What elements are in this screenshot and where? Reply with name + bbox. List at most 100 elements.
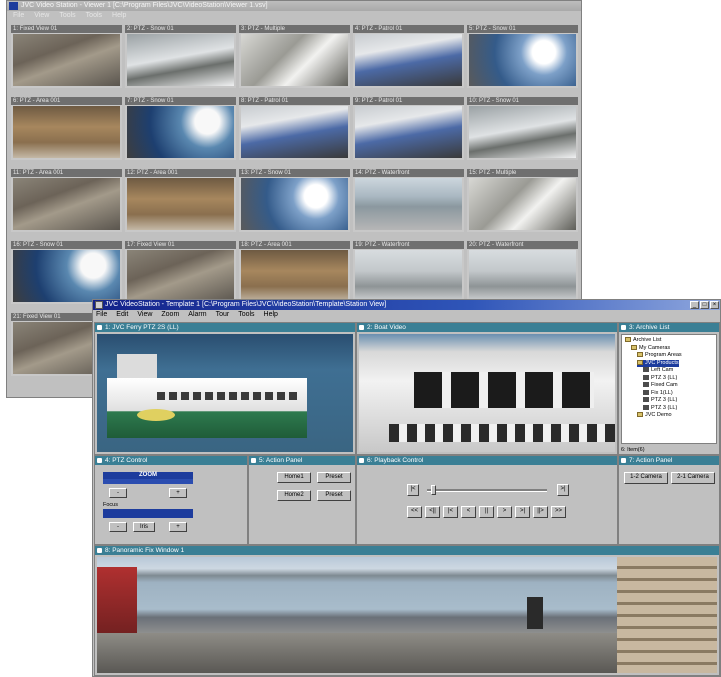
camera-tile[interactable]: 8: PTZ - Patrol 01 bbox=[239, 97, 350, 160]
camera-label: 20: PTZ - Waterfront bbox=[467, 241, 578, 249]
camera-layout-button[interactable]: 1-2 Camera bbox=[624, 472, 668, 484]
tree-item[interactable]: Archive List bbox=[625, 337, 661, 344]
menu-item[interactable]: View bbox=[137, 311, 152, 318]
menu-item[interactable]: File bbox=[13, 12, 24, 19]
ferry-video-panel[interactable]: 1: JVC Ferry PTZ 2S (LL) bbox=[94, 322, 356, 455]
menu-item[interactable]: Tools bbox=[59, 12, 75, 19]
camera-tile[interactable]: 10: PTZ - Snow 01 bbox=[467, 97, 578, 160]
tree-item[interactable]: PTZ 3 (LL) bbox=[643, 397, 677, 404]
action-button[interactable]: Preset bbox=[317, 472, 351, 483]
playback-button[interactable]: << bbox=[407, 506, 422, 518]
camera-tile[interactable]: 15: PTZ - Multiple bbox=[467, 169, 578, 232]
camera-tile[interactable]: 13: PTZ - Snow 01 bbox=[239, 169, 350, 232]
zoom-slider[interactable] bbox=[103, 479, 193, 484]
camera-feed bbox=[127, 106, 234, 158]
camera-tile[interactable]: 20: PTZ - Waterfront bbox=[467, 241, 578, 304]
tree-item-label: Archive List bbox=[633, 337, 662, 343]
camera-tile[interactable]: 11: PTZ - Area 001 bbox=[11, 169, 122, 232]
focus-near-button[interactable]: - bbox=[109, 522, 127, 532]
playback-thumb[interactable] bbox=[431, 485, 436, 495]
camera-feed bbox=[241, 106, 348, 158]
action-button[interactable]: Home1 bbox=[277, 472, 311, 483]
seek-start-button[interactable]: |< bbox=[407, 484, 419, 496]
playback-button[interactable]: < bbox=[461, 506, 476, 518]
camera-tile[interactable]: 4: PTZ - Patrol 01 bbox=[353, 25, 464, 88]
minimize-button[interactable]: _ bbox=[690, 301, 699, 309]
camera-tile[interactable]: 2: PTZ - Snow 01 bbox=[125, 25, 236, 88]
camera-tile[interactable]: 6: PTZ - Area 001 bbox=[11, 97, 122, 160]
camera-tile[interactable]: 18: PTZ - Area 001 bbox=[239, 241, 350, 304]
boat-windows bbox=[414, 372, 594, 408]
menu-item[interactable]: Tools bbox=[86, 12, 102, 19]
menu-item[interactable]: Tour bbox=[216, 311, 230, 318]
camera-feed bbox=[13, 250, 120, 302]
seek-end-button[interactable]: >| bbox=[557, 484, 569, 496]
tree-item[interactable]: My Cameras bbox=[631, 345, 670, 352]
playback-button[interactable]: > bbox=[497, 506, 512, 518]
camera-label: 4: PTZ - Patrol 01 bbox=[353, 25, 464, 33]
menu-item[interactable]: File bbox=[96, 311, 107, 318]
archive-tree: Archive List My Cameras Program Areas JVC P… bbox=[621, 334, 717, 444]
zoom-out-button[interactable]: - bbox=[109, 488, 127, 498]
camera-tile[interactable]: 5: PTZ - Snow 01 bbox=[467, 25, 578, 88]
focus-slider[interactable] bbox=[103, 509, 193, 518]
tree-item[interactable]: Fix 1(LL) bbox=[643, 390, 673, 397]
menu-item[interactable]: View bbox=[34, 12, 49, 19]
city-roofs bbox=[97, 633, 617, 673]
playback-button[interactable]: || bbox=[479, 506, 494, 518]
menu-item[interactable]: Alarm bbox=[188, 311, 206, 318]
playback-track[interactable] bbox=[427, 489, 547, 492]
camera-icon bbox=[643, 404, 649, 410]
playback-button[interactable]: |< bbox=[443, 506, 458, 518]
camera-tile[interactable]: 3: PTZ - Multiple bbox=[239, 25, 350, 88]
playback-button[interactable]: >> bbox=[551, 506, 566, 518]
camera-feed bbox=[127, 34, 234, 86]
iris-button[interactable]: Iris bbox=[133, 522, 155, 532]
camera-icon bbox=[643, 382, 649, 388]
panel-title: 8: Panoramic Fix Window 1 bbox=[95, 546, 719, 555]
camera-layout-button[interactable]: 2-1 Camera bbox=[671, 472, 715, 484]
panoramic-video-panel[interactable]: 8: Panoramic Fix Window 1 bbox=[94, 545, 720, 676]
maximize-button[interactable]: □ bbox=[700, 301, 709, 309]
ferry-video bbox=[97, 334, 353, 452]
camera-tile[interactable]: 17: Fixed View 01 bbox=[125, 241, 236, 304]
focus-far-button[interactable]: + bbox=[169, 522, 187, 532]
camera-tile[interactable]: 1: Fixed View 01 bbox=[11, 25, 122, 88]
playback-button[interactable]: >| bbox=[515, 506, 530, 518]
menu-item[interactable]: Tools bbox=[238, 311, 254, 318]
tree-item-label: Program Areas bbox=[645, 352, 682, 358]
action-button[interactable]: Home2 bbox=[277, 490, 311, 501]
zoom-in-button[interactable]: + bbox=[169, 488, 187, 498]
camera-tile[interactable]: 12: PTZ - Area 001 bbox=[125, 169, 236, 232]
camera-feed bbox=[469, 250, 576, 302]
menu-item[interactable]: Zoom bbox=[161, 311, 179, 318]
camera-icon bbox=[97, 325, 102, 330]
tree-item[interactable]: PTZ 3 (LL) bbox=[643, 375, 677, 382]
tree-item[interactable]: JVC Products bbox=[637, 359, 679, 367]
camera-icon bbox=[643, 389, 649, 395]
playback-button[interactable]: <|| bbox=[425, 506, 440, 518]
action-icon bbox=[251, 458, 256, 463]
camera-tile[interactable]: 9: PTZ - Patrol 01 bbox=[353, 97, 464, 160]
ferry-hull bbox=[107, 378, 307, 438]
close-button[interactable]: × bbox=[710, 301, 719, 309]
menu-item[interactable]: Help bbox=[112, 12, 126, 19]
tree-item[interactable]: PTZ 3 (LL) bbox=[643, 405, 677, 412]
camera-tile[interactable]: 14: PTZ - Waterfront bbox=[353, 169, 464, 232]
boat-video bbox=[359, 334, 615, 452]
camera-tile[interactable]: 19: PTZ - Waterfront bbox=[353, 241, 464, 304]
tree-item[interactable]: Fixed Cam bbox=[643, 382, 678, 389]
boat-video-panel[interactable]: 2: Boat Video bbox=[356, 322, 618, 455]
panel-title: 6: Playback Control bbox=[357, 456, 617, 465]
camera-tile[interactable]: 16: PTZ - Snow 01 bbox=[11, 241, 122, 304]
tree-item[interactable]: JVC Demo bbox=[637, 412, 672, 419]
tree-item[interactable]: Left Cam bbox=[643, 367, 673, 374]
crane-structure bbox=[97, 567, 137, 637]
action-button[interactable]: Preset bbox=[317, 490, 351, 501]
menu-item[interactable]: Help bbox=[264, 311, 278, 318]
playback-button[interactable]: ||> bbox=[533, 506, 548, 518]
tree-item[interactable]: Program Areas bbox=[637, 352, 682, 359]
menu-item[interactable]: Edit bbox=[116, 311, 128, 318]
camera-tile[interactable]: 7: PTZ - Snow 01 bbox=[125, 97, 236, 160]
folder-icon bbox=[637, 352, 643, 358]
